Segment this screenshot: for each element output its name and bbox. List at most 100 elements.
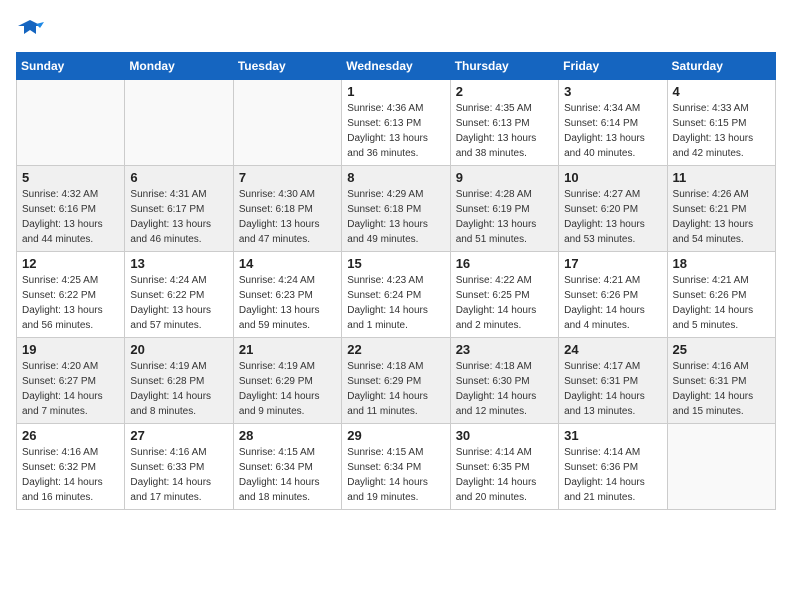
day-info: Sunrise: 4:16 AMSunset: 6:31 PMDaylight:… bbox=[673, 359, 770, 419]
day-info: Sunrise: 4:31 AMSunset: 6:17 PMDaylight:… bbox=[130, 187, 227, 247]
calendar-day-cell: 30Sunrise: 4:14 AMSunset: 6:35 PMDayligh… bbox=[450, 424, 558, 510]
calendar-day-cell: 27 Sunrise: 4:16 AMSunset: 6:33 PMDayligh… bbox=[125, 424, 233, 510]
calendar-day-cell: 25 Sunrise: 4:16 AMSunset: 6:31 PMDayligh… bbox=[667, 338, 775, 424]
day-number: 31 bbox=[564, 428, 661, 443]
calendar-day-cell: 28 Sunrise: 4:15 AMSunset: 6:34 PMDayligh… bbox=[233, 424, 341, 510]
calendar-table: SundayMondayTuesdayWednesdayThursdayFrid… bbox=[16, 52, 776, 510]
day-number: 13 bbox=[130, 256, 227, 271]
day-number: 7 bbox=[239, 170, 336, 185]
calendar-day-cell: 21 Sunrise: 4:19 AMSunset: 6:29 PMDayligh… bbox=[233, 338, 341, 424]
day-info: Sunrise: 4:21 AMSunset: 6:26 PMDaylight:… bbox=[564, 273, 661, 333]
day-info: Sunrise: 4:16 AMSunset: 6:33 PMDaylight:… bbox=[130, 445, 227, 505]
calendar-week-row: 12 Sunrise: 4:25 AMSunset: 6:22 PMDayligh… bbox=[17, 252, 776, 338]
day-number: 10 bbox=[564, 170, 661, 185]
calendar-day-cell: 24 Sunrise: 4:17 AMSunset: 6:31 PMDayligh… bbox=[559, 338, 667, 424]
calendar-day-cell: 6 Sunrise: 4:31 AMSunset: 6:17 PMDaylight… bbox=[125, 166, 233, 252]
calendar-day-cell: 17 Sunrise: 4:21 AMSunset: 6:26 PMDayligh… bbox=[559, 252, 667, 338]
calendar-day-cell bbox=[17, 80, 125, 166]
day-number: 8 bbox=[347, 170, 444, 185]
day-info: Sunrise: 4:35 AMSunset: 6:13 PMDaylight:… bbox=[456, 101, 553, 161]
calendar-day-cell: 22Sunrise: 4:18 AMSunset: 6:29 PMDayligh… bbox=[342, 338, 450, 424]
calendar-day-cell: 18 Sunrise: 4:21 AMSunset: 6:26 PMDayligh… bbox=[667, 252, 775, 338]
logo-bird-icon bbox=[16, 16, 44, 44]
day-info: Sunrise: 4:34 AMSunset: 6:14 PMDaylight:… bbox=[564, 101, 661, 161]
day-number: 22 bbox=[347, 342, 444, 357]
day-info: Sunrise: 4:21 AMSunset: 6:26 PMDaylight:… bbox=[673, 273, 770, 333]
day-number: 30 bbox=[456, 428, 553, 443]
day-info: Sunrise: 4:19 AMSunset: 6:28 PMDaylight:… bbox=[130, 359, 227, 419]
calendar-day-cell: 14 Sunrise: 4:24 AMSunset: 6:23 PMDayligh… bbox=[233, 252, 341, 338]
calendar-day-cell: 5 Sunrise: 4:32 AMSunset: 6:16 PMDaylight… bbox=[17, 166, 125, 252]
calendar-day-cell: 13 Sunrise: 4:24 AMSunset: 6:22 PMDayligh… bbox=[125, 252, 233, 338]
calendar-day-cell: 9Sunrise: 4:28 AMSunset: 6:19 PMDaylight… bbox=[450, 166, 558, 252]
day-info: Sunrise: 4:29 AMSunset: 6:18 PMDaylight:… bbox=[347, 187, 444, 247]
day-number: 5 bbox=[22, 170, 119, 185]
day-info: Sunrise: 4:33 AMSunset: 6:15 PMDaylight:… bbox=[673, 101, 770, 161]
day-number: 11 bbox=[673, 170, 770, 185]
day-number: 15 bbox=[347, 256, 444, 271]
page-header bbox=[16, 16, 776, 44]
calendar-day-cell: 11 Sunrise: 4:26 AMSunset: 6:21 PMDayligh… bbox=[667, 166, 775, 252]
day-number: 2 bbox=[456, 84, 553, 99]
calendar-day-cell: 26Sunrise: 4:16 AMSunset: 6:32 PMDayligh… bbox=[17, 424, 125, 510]
calendar-day-cell: 29 Sunrise: 4:15 AMSunset: 6:34 PMDayligh… bbox=[342, 424, 450, 510]
day-info: Sunrise: 4:19 AMSunset: 6:29 PMDaylight:… bbox=[239, 359, 336, 419]
day-number: 19 bbox=[22, 342, 119, 357]
day-info: Sunrise: 4:15 AMSunset: 6:34 PMDaylight:… bbox=[239, 445, 336, 505]
calendar-day-cell: 15 Sunrise: 4:23 AMSunset: 6:24 PMDayligh… bbox=[342, 252, 450, 338]
day-info: Sunrise: 4:32 AMSunset: 6:16 PMDaylight:… bbox=[22, 187, 119, 247]
day-number: 1 bbox=[347, 84, 444, 99]
day-number: 9 bbox=[456, 170, 553, 185]
weekday-header-friday: Friday bbox=[559, 53, 667, 80]
day-number: 28 bbox=[239, 428, 336, 443]
weekday-header-saturday: Saturday bbox=[667, 53, 775, 80]
day-info: Sunrise: 4:14 AMSunset: 6:36 PMDaylight:… bbox=[564, 445, 661, 505]
day-info: Sunrise: 4:36 AMSunset: 6:13 PMDaylight:… bbox=[347, 101, 444, 161]
calendar-day-cell: 2 Sunrise: 4:35 AMSunset: 6:13 PMDaylight… bbox=[450, 80, 558, 166]
day-number: 24 bbox=[564, 342, 661, 357]
day-info: Sunrise: 4:27 AMSunset: 6:20 PMDaylight:… bbox=[564, 187, 661, 247]
day-number: 3 bbox=[564, 84, 661, 99]
day-number: 6 bbox=[130, 170, 227, 185]
weekday-header-tuesday: Tuesday bbox=[233, 53, 341, 80]
day-info: Sunrise: 4:24 AMSunset: 6:22 PMDaylight:… bbox=[130, 273, 227, 333]
day-number: 14 bbox=[239, 256, 336, 271]
day-info: Sunrise: 4:17 AMSunset: 6:31 PMDaylight:… bbox=[564, 359, 661, 419]
calendar-day-cell: 19Sunrise: 4:20 AMSunset: 6:27 PMDayligh… bbox=[17, 338, 125, 424]
day-number: 17 bbox=[564, 256, 661, 271]
day-info: Sunrise: 4:16 AMSunset: 6:32 PMDaylight:… bbox=[22, 445, 119, 505]
weekday-header-thursday: Thursday bbox=[450, 53, 558, 80]
calendar-day-cell bbox=[667, 424, 775, 510]
calendar-day-cell: 8 Sunrise: 4:29 AMSunset: 6:18 PMDaylight… bbox=[342, 166, 450, 252]
day-info: Sunrise: 4:22 AMSunset: 6:25 PMDaylight:… bbox=[456, 273, 553, 333]
calendar-day-cell: 1 Sunrise: 4:36 AMSunset: 6:13 PMDaylight… bbox=[342, 80, 450, 166]
day-info: Sunrise: 4:23 AMSunset: 6:24 PMDaylight:… bbox=[347, 273, 444, 333]
day-info: Sunrise: 4:26 AMSunset: 6:21 PMDaylight:… bbox=[673, 187, 770, 247]
day-number: 25 bbox=[673, 342, 770, 357]
logo bbox=[16, 16, 48, 44]
day-number: 27 bbox=[130, 428, 227, 443]
day-number: 21 bbox=[239, 342, 336, 357]
calendar-day-cell bbox=[233, 80, 341, 166]
day-number: 16 bbox=[456, 256, 553, 271]
weekday-header-monday: Monday bbox=[125, 53, 233, 80]
calendar-day-cell: 31 Sunrise: 4:14 AMSunset: 6:36 PMDayligh… bbox=[559, 424, 667, 510]
weekday-header-wednesday: Wednesday bbox=[342, 53, 450, 80]
calendar-day-cell: 7 Sunrise: 4:30 AMSunset: 6:18 PMDaylight… bbox=[233, 166, 341, 252]
day-number: 29 bbox=[347, 428, 444, 443]
weekday-header-sunday: Sunday bbox=[17, 53, 125, 80]
calendar-day-cell: 12 Sunrise: 4:25 AMSunset: 6:22 PMDayligh… bbox=[17, 252, 125, 338]
day-number: 4 bbox=[673, 84, 770, 99]
day-info: Sunrise: 4:15 AMSunset: 6:34 PMDaylight:… bbox=[347, 445, 444, 505]
day-info: Sunrise: 4:18 AMSunset: 6:30 PMDaylight:… bbox=[456, 359, 553, 419]
calendar-week-row: 5 Sunrise: 4:32 AMSunset: 6:16 PMDaylight… bbox=[17, 166, 776, 252]
calendar-week-row: 19Sunrise: 4:20 AMSunset: 6:27 PMDayligh… bbox=[17, 338, 776, 424]
day-number: 20 bbox=[130, 342, 227, 357]
calendar-day-cell: 3 Sunrise: 4:34 AMSunset: 6:14 PMDaylight… bbox=[559, 80, 667, 166]
calendar-day-cell: 20 Sunrise: 4:19 AMSunset: 6:28 PMDayligh… bbox=[125, 338, 233, 424]
day-info: Sunrise: 4:24 AMSunset: 6:23 PMDaylight:… bbox=[239, 273, 336, 333]
day-number: 12 bbox=[22, 256, 119, 271]
day-number: 18 bbox=[673, 256, 770, 271]
day-info: Sunrise: 4:30 AMSunset: 6:18 PMDaylight:… bbox=[239, 187, 336, 247]
day-info: Sunrise: 4:25 AMSunset: 6:22 PMDaylight:… bbox=[22, 273, 119, 333]
